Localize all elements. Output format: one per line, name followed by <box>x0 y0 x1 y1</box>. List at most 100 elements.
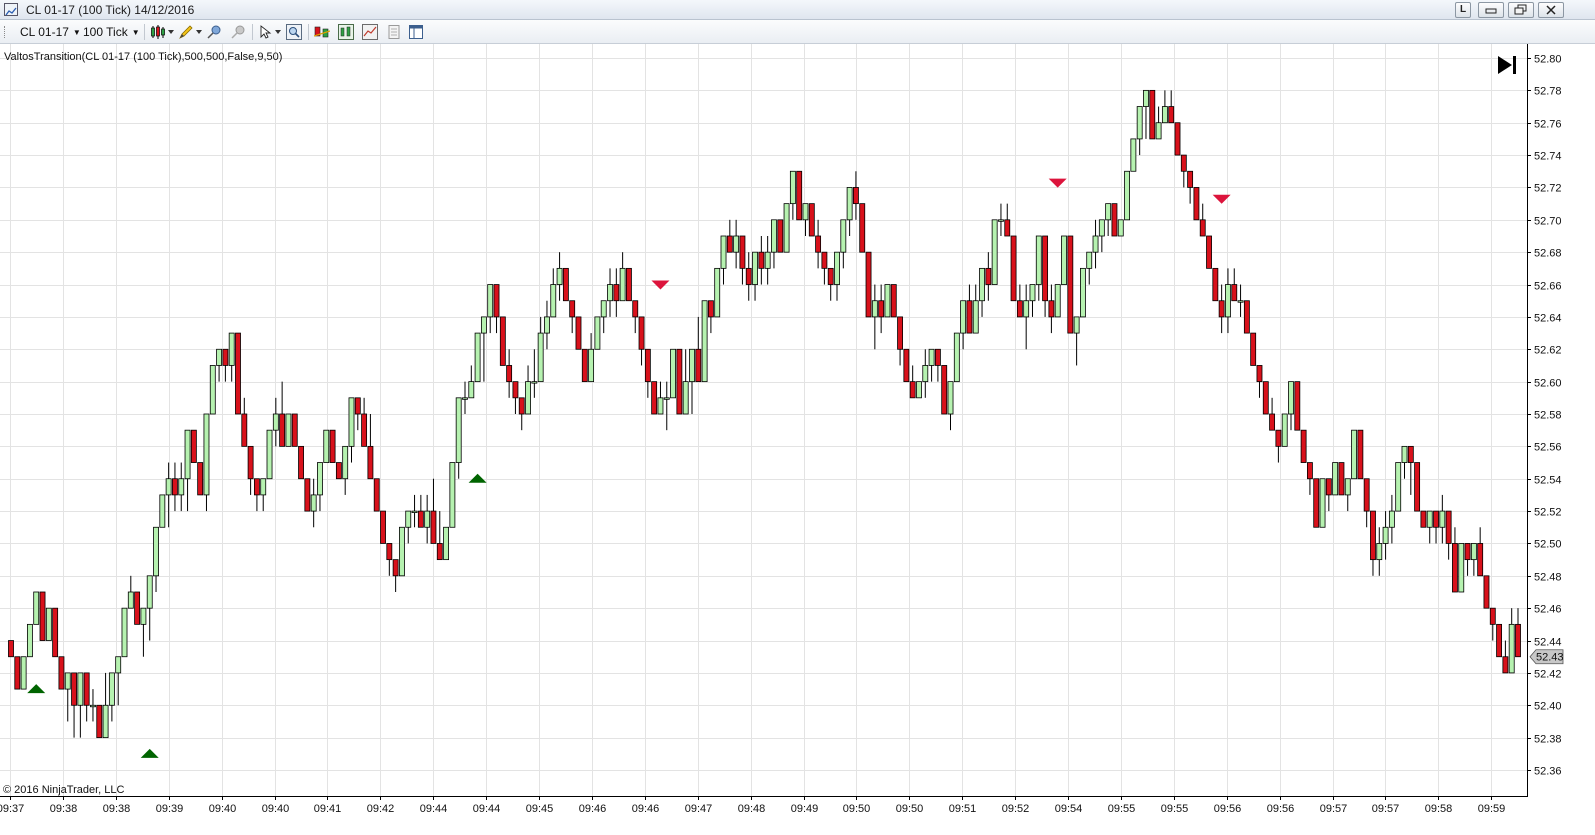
time-tick-label: 09:38 <box>103 803 131 815</box>
candle <box>1225 268 1231 334</box>
candle <box>493 284 500 334</box>
minimize-button[interactable] <box>1478 2 1504 18</box>
chevron-down-icon[interactable] <box>275 30 281 34</box>
candle <box>739 235 746 285</box>
interval-selector[interactable]: 100 Tick ▼ <box>83 25 140 39</box>
candle-body-down <box>58 656 65 690</box>
candle-body-down <box>430 510 437 544</box>
candle <box>102 672 109 739</box>
candle-body-down <box>1149 89 1156 140</box>
candle <box>222 348 229 382</box>
bar-end-icon <box>1513 56 1516 74</box>
candle-body-up <box>928 348 935 366</box>
chart-style-button[interactable] <box>150 24 166 40</box>
candle-body-up <box>1376 543 1383 561</box>
candle <box>140 607 147 657</box>
candle-body-down <box>134 591 141 625</box>
candle <box>146 575 153 641</box>
candle-body-up <box>411 510 418 513</box>
data-series-button[interactable] <box>362 24 378 40</box>
candle-body-up <box>1225 284 1231 318</box>
candle <box>726 219 733 253</box>
candle <box>531 349 538 398</box>
candle-body-down <box>644 348 651 383</box>
drawing-tools-button[interactable] <box>178 24 194 40</box>
price-tick-label: 52.48 <box>1534 572 1562 584</box>
snap-mode-button[interactable] <box>206 24 222 40</box>
candle <box>1269 397 1276 431</box>
price-tick-label: 52.44 <box>1534 637 1562 649</box>
candle <box>1086 251 1093 285</box>
candle-body-up <box>871 300 878 318</box>
candle-body-down <box>1357 429 1364 480</box>
restore-button[interactable] <box>1508 2 1534 18</box>
candle-body-down <box>1313 478 1320 528</box>
candle-body-down <box>1275 429 1282 447</box>
zoom-button[interactable] <box>286 24 302 40</box>
candle <box>607 268 613 317</box>
indicators-button[interactable] <box>313 24 331 40</box>
strategies-icon <box>338 24 354 40</box>
candle-body-up <box>468 381 475 399</box>
candle <box>1357 429 1364 480</box>
candle <box>335 462 342 480</box>
price-axis[interactable]: 52.36 52.38 52.40 52.42 52.44 52.46 52.48 52.50… <box>1527 54 1562 778</box>
candle <box>121 607 128 658</box>
properties-button[interactable] <box>386 24 402 40</box>
strategies-button[interactable] <box>338 24 354 40</box>
candle <box>354 397 361 431</box>
candle <box>985 252 992 301</box>
candle <box>14 656 21 690</box>
candle-body-down <box>638 316 645 350</box>
candle-body-up <box>310 494 317 512</box>
scroll-to-end-button[interactable] <box>1494 54 1522 76</box>
time-axis[interactable]: 09:37 09:38 09:38 09:39 09:40 09:40 09:41 09:42… <box>0 796 1505 815</box>
candle-body-up <box>26 623 33 658</box>
candle <box>71 672 77 738</box>
candle <box>1262 381 1269 415</box>
instrument-label: CL 01-17 <box>20 25 69 39</box>
toolbar-separator <box>144 24 145 40</box>
candle-body-up <box>449 462 456 528</box>
candle <box>581 348 588 383</box>
candle <box>33 591 40 625</box>
instrument-selector[interactable]: CL 01-17 ▼ <box>20 25 81 39</box>
candle-body-up <box>1344 478 1351 496</box>
candle-body-down <box>279 413 286 447</box>
candle <box>304 478 311 512</box>
buy-signal-arrow <box>468 473 487 483</box>
candle <box>64 672 71 722</box>
candle-body-down <box>1231 284 1238 302</box>
cursor-icon <box>260 25 272 39</box>
candle <box>991 219 998 285</box>
pointer-button[interactable] <box>258 24 274 40</box>
candle-body-up <box>33 591 40 625</box>
candle <box>518 397 525 431</box>
hide-drawings-button[interactable] <box>230 24 246 40</box>
close-button[interactable] <box>1538 2 1564 18</box>
toolbar-grip[interactable] <box>4 26 7 38</box>
candle <box>619 252 626 302</box>
candle <box>1010 235 1017 302</box>
candle <box>487 284 494 334</box>
candle-body-up <box>285 413 292 447</box>
indicator-label: ValtosTransition(CL 01-17 (100 Tick),500… <box>4 51 282 63</box>
candle <box>462 381 468 414</box>
candle-body-down <box>695 348 702 383</box>
magnifier-icon <box>286 24 302 40</box>
chevron-down-icon[interactable] <box>196 30 202 34</box>
price-tick-label: 52.56 <box>1534 442 1562 454</box>
close-icon <box>1546 5 1556 15</box>
candle-body-down <box>373 478 380 512</box>
chevron-down-icon[interactable] <box>168 30 174 34</box>
candle <box>916 381 922 399</box>
price-chart[interactable]: 52.36 52.38 52.40 52.42 52.44 52.46 52.48 52.50… <box>0 44 1595 835</box>
candle <box>771 219 777 269</box>
candle <box>525 365 531 415</box>
candle-body-up <box>600 300 607 318</box>
candle <box>689 348 695 414</box>
link-button[interactable]: L <box>1455 2 1471 18</box>
time-tick-label: 09:37 <box>0 803 24 815</box>
window-layout-button[interactable] <box>408 24 424 40</box>
candle <box>380 510 386 544</box>
